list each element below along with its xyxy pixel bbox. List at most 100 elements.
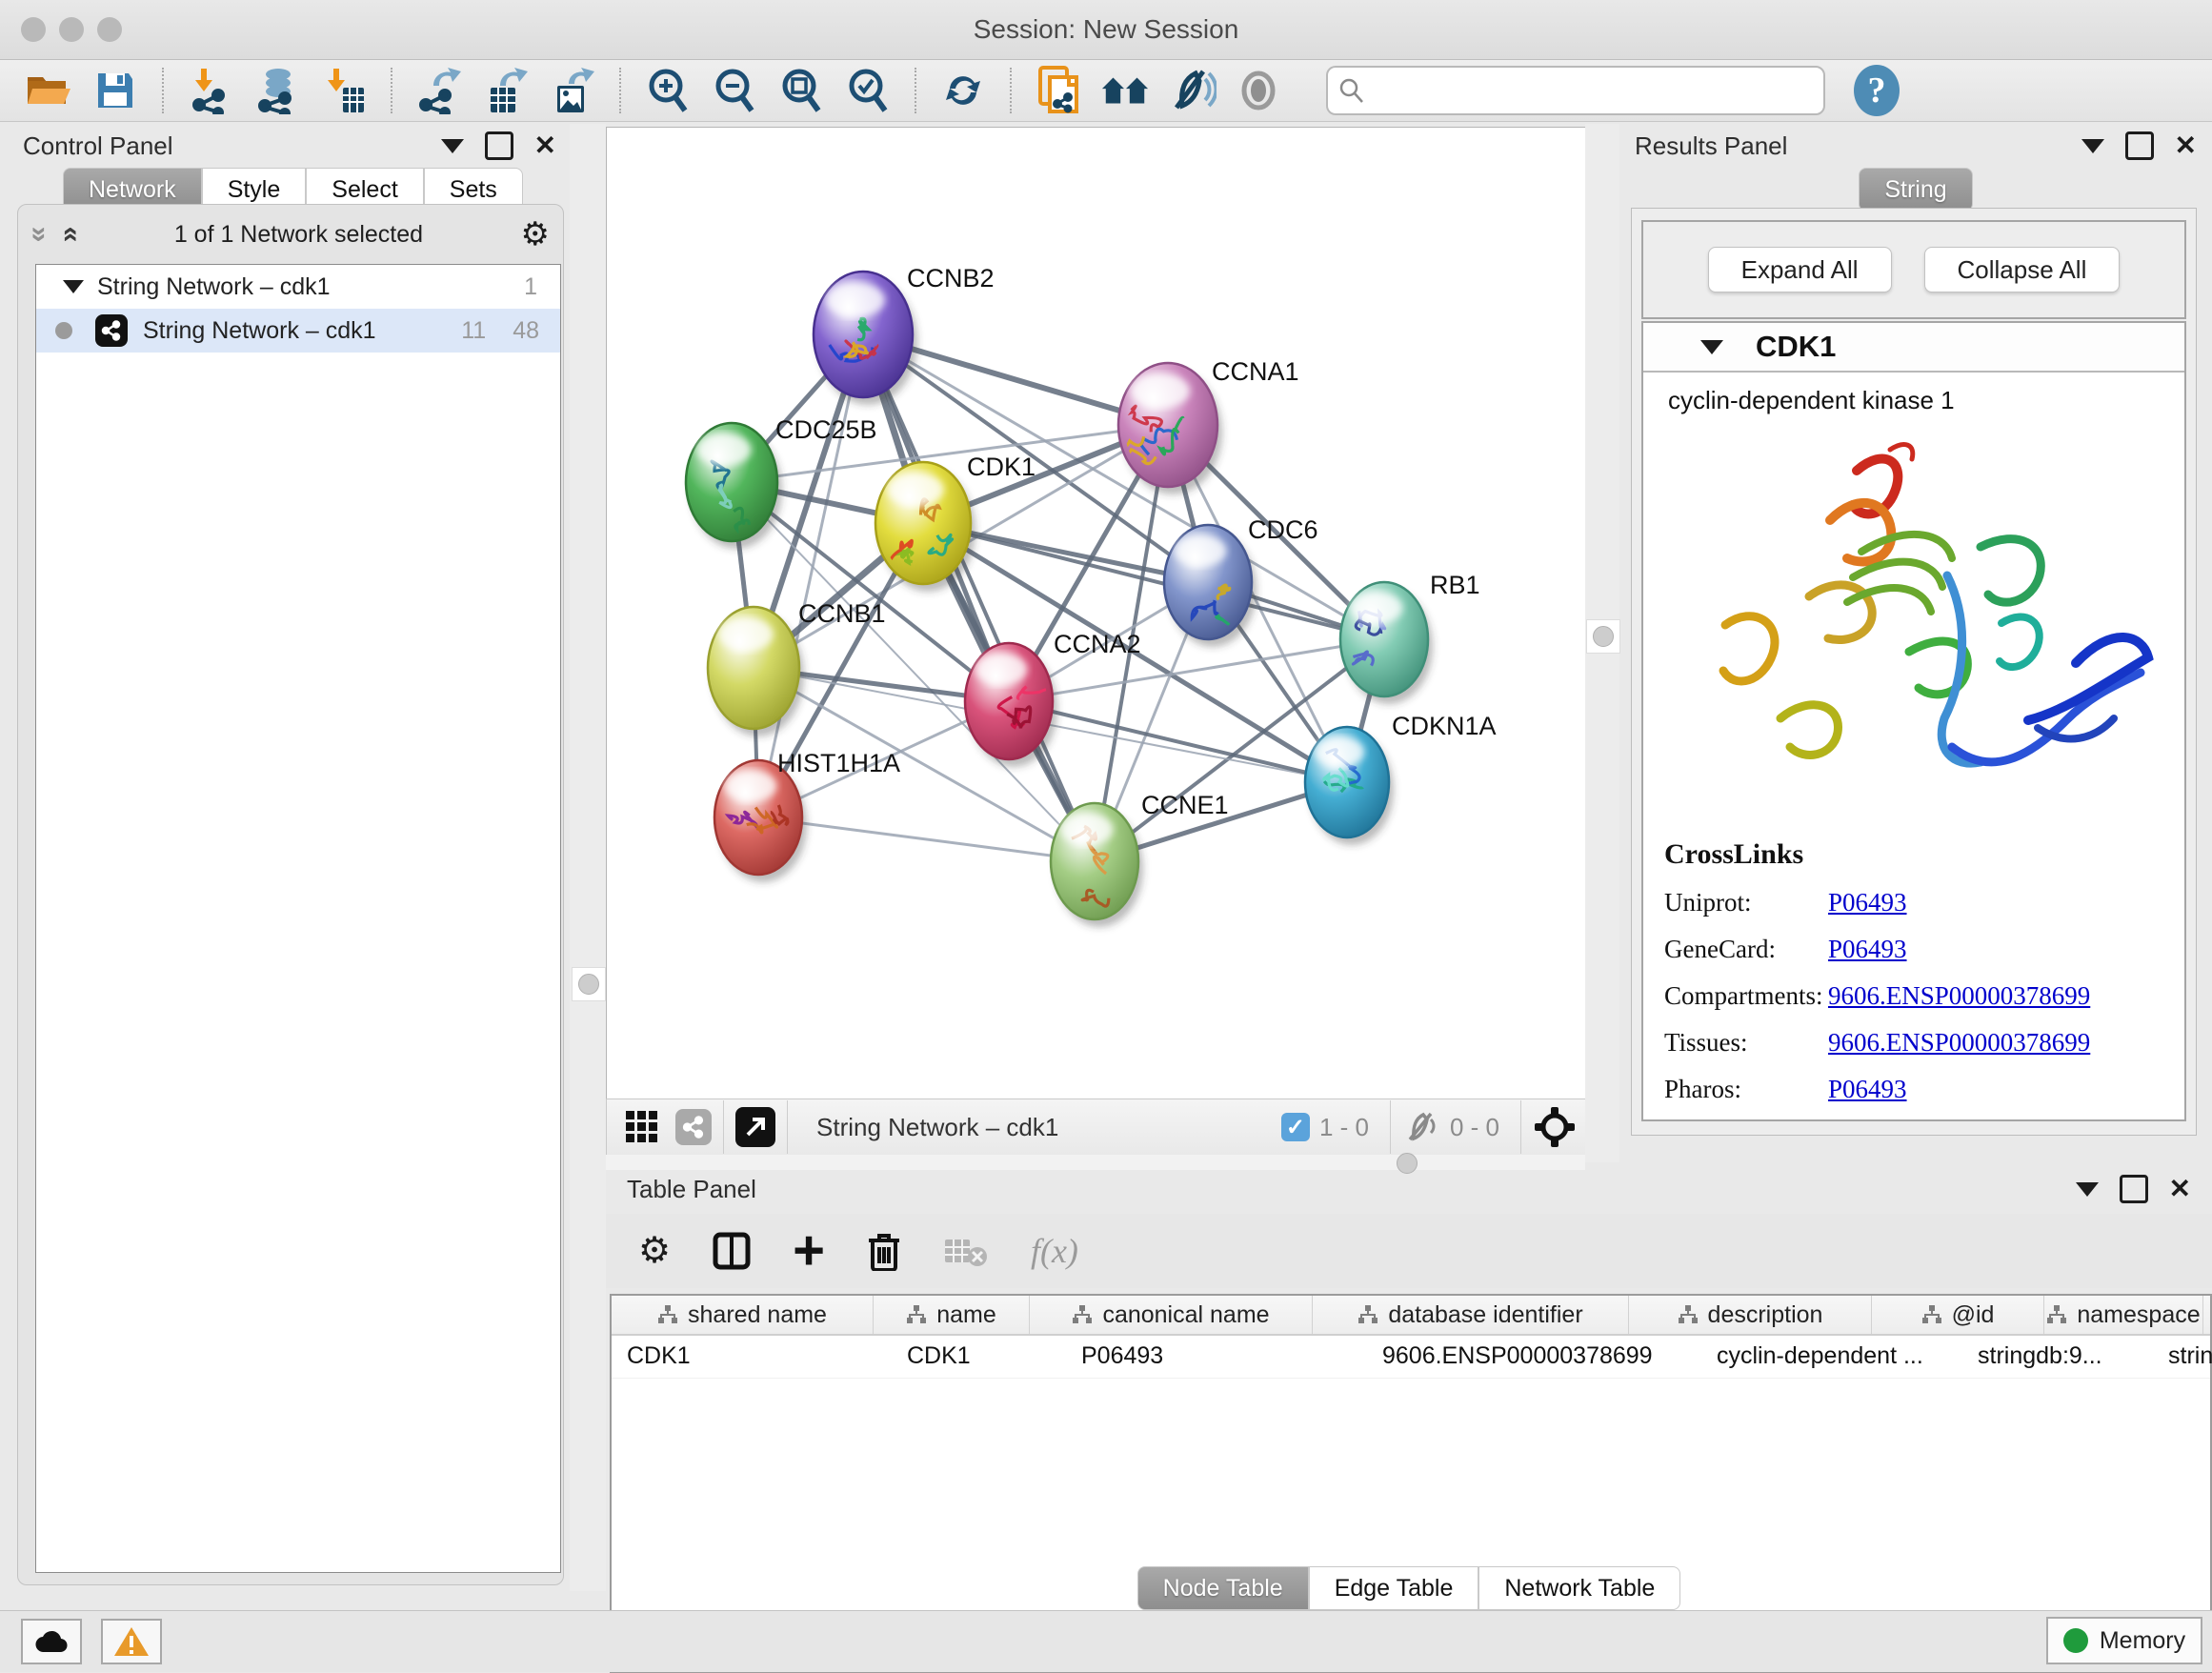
column-header-namespace[interactable]: namespace <box>2044 1296 2203 1334</box>
main-toolbar: ? <box>0 60 2212 122</box>
node-HIST1H1A[interactable] <box>714 760 802 875</box>
panel-float-icon[interactable] <box>485 131 513 160</box>
column-header-@id[interactable]: @id <box>1872 1296 2044 1334</box>
table-cell[interactable]: stringdb <box>2153 1336 2212 1378</box>
network-collection-row[interactable]: String Network – cdk1 1 <box>36 265 560 309</box>
left-splitter-handle[interactable] <box>572 967 606 1001</box>
node-CDK1[interactable] <box>875 462 971 584</box>
help-button[interactable]: ? <box>1852 66 1901 115</box>
crosslink-link[interactable]: P06493 <box>1828 935 1907 964</box>
collapse-all-tree-icon[interactable]: » <box>23 227 55 243</box>
crosslink-link[interactable]: P06493 <box>1828 888 1907 917</box>
save-session-button[interactable] <box>90 66 140 115</box>
delete-column-icon[interactable] <box>867 1231 901 1271</box>
search-field[interactable] <box>1326 66 1825 115</box>
right-splitter-handle[interactable] <box>1586 619 1620 654</box>
table-cell[interactable]: 9606.ENSP00000378699 <box>1367 1336 1701 1378</box>
node-CCNE1[interactable] <box>1051 803 1138 919</box>
show-all-button[interactable] <box>1100 66 1150 115</box>
open-session-button[interactable] <box>24 66 73 115</box>
crosslinks-list: Uniprot:P06493GeneCard:P06493Compartment… <box>1664 888 2184 1104</box>
left-splitter[interactable] <box>570 124 606 1591</box>
gene-entry-header[interactable]: CDK1 <box>1643 323 2184 373</box>
panel-close-icon[interactable]: ✕ <box>534 132 556 159</box>
import-table-button[interactable] <box>319 66 369 115</box>
tree-expander-icon[interactable] <box>63 280 84 293</box>
warning-status-button[interactable] <box>101 1619 162 1664</box>
edge-HIST1H1A-CCNE1[interactable] <box>758 817 1095 861</box>
panel-menu-icon[interactable] <box>2076 1182 2099 1197</box>
panel-close-icon[interactable]: ✕ <box>2175 132 2197 159</box>
table-panel-title: Table Panel <box>627 1175 756 1204</box>
crosslink-link[interactable]: P06493 <box>1828 1075 1907 1104</box>
node-RB1[interactable] <box>1340 582 1428 696</box>
table-cell[interactable]: stringdb:9... <box>1962 1336 2153 1378</box>
table-row[interactable]: CDK1CDK1P064939606.ENSP00000378699cyclin… <box>612 1336 2210 1379</box>
horizontal-splitter[interactable] <box>606 1155 1585 1170</box>
zoom-fit-button[interactable] <box>776 66 826 115</box>
birds-eye-view-icon[interactable] <box>735 1107 775 1147</box>
grid-view-icon[interactable] <box>624 1109 660 1145</box>
table-cell[interactable]: CDK1 <box>892 1336 1066 1378</box>
zoom-out-button[interactable] <box>710 66 759 115</box>
export-network-button[interactable] <box>414 66 464 115</box>
refresh-button[interactable] <box>938 66 988 115</box>
import-network-file-button[interactable] <box>186 66 235 115</box>
node-CDC25B[interactable] <box>686 423 777 541</box>
column-header-name[interactable]: name <box>874 1296 1030 1334</box>
string-network-graph[interactable]: CCNB2CCNA1CDC25BCDK1CDC6RB1CCNB1CCNA2CDK… <box>607 128 1586 1099</box>
tab-string[interactable]: String <box>1859 168 1972 212</box>
panel-float-icon[interactable] <box>2125 131 2154 160</box>
edge-CCNA2-CDKN1A[interactable] <box>1009 701 1347 782</box>
table-cell[interactable]: cyclin-dependent ... <box>1701 1336 1962 1378</box>
network-view-icon[interactable] <box>675 1109 712 1145</box>
import-network-database-button[interactable] <box>252 66 302 115</box>
right-splitter[interactable] <box>1585 124 1619 1162</box>
edge-CCNB2-CCNE1[interactable] <box>863 334 1095 861</box>
column-header-database-identifier[interactable]: database identifier <box>1313 1296 1629 1334</box>
node-CDKN1A[interactable] <box>1305 727 1389 837</box>
show-columns-icon[interactable] <box>713 1232 751 1270</box>
zoom-in-button[interactable] <box>643 66 693 115</box>
table-cell[interactable]: P06493 <box>1066 1336 1367 1378</box>
tab-network-table[interactable]: Network Table <box>1478 1566 1680 1610</box>
table-options-gear-icon[interactable]: ⚙ <box>638 1233 671 1269</box>
node-CCNB2[interactable] <box>814 272 913 397</box>
panel-float-icon[interactable] <box>2120 1175 2148 1203</box>
table-cell[interactable]: CDK1 <box>612 1336 892 1378</box>
annotation-button[interactable] <box>1034 66 1083 115</box>
cloud-status-button[interactable] <box>21 1619 82 1664</box>
node-position-icon[interactable] <box>1533 1105 1577 1149</box>
search-input[interactable] <box>1374 76 1814 105</box>
table-tabs: Node TableEdge TableNetwork Table <box>606 1566 2212 1610</box>
collapse-all-button[interactable]: Collapse All <box>1924 247 2121 292</box>
network-options-gear-icon[interactable]: ⚙ <box>521 218 550 251</box>
memory-button[interactable]: Memory <box>2046 1617 2202 1664</box>
node-CCNA1[interactable] <box>1118 363 1217 487</box>
node-CDC6[interactable] <box>1164 525 1252 639</box>
tab-edge-table[interactable]: Edge Table <box>1309 1566 1479 1610</box>
column-header-shared-name[interactable]: shared name <box>612 1296 874 1334</box>
node-CCNB1[interactable] <box>708 607 799 729</box>
panel-menu-icon[interactable] <box>2081 139 2104 153</box>
results-scroll-area[interactable]: CDK1 cyclin-dependent kinase 1 <box>1641 321 2186 1121</box>
export-table-button[interactable] <box>481 66 531 115</box>
hide-selected-button[interactable] <box>1167 66 1217 115</box>
column-header-canonical-name[interactable]: canonical name <box>1030 1296 1313 1334</box>
network-row-selected[interactable]: String Network – cdk1 11 48 <box>36 309 560 353</box>
crosslink-link[interactable]: 9606.ENSP00000378699 <box>1828 1028 2090 1058</box>
selected-checkbox-icon[interactable]: ✓ <box>1281 1113 1310 1141</box>
node-label-CCNB1: CCNB1 <box>798 599 886 628</box>
crosslink-link[interactable]: 9606.ENSP00000378699 <box>1828 981 2090 1011</box>
panel-close-icon[interactable]: ✕ <box>2169 1176 2191 1202</box>
panel-menu-icon[interactable] <box>441 139 464 153</box>
expand-all-button[interactable]: Expand All <box>1708 247 1892 292</box>
export-image-button[interactable] <box>548 66 597 115</box>
gray-orb-button[interactable] <box>1234 66 1283 115</box>
network-canvas[interactable]: CCNB2CCNA1CDC25BCDK1CDC6RB1CCNB1CCNA2CDK… <box>606 127 1587 1099</box>
gene-collapse-icon[interactable] <box>1700 340 1723 354</box>
tab-node-table[interactable]: Node Table <box>1137 1566 1309 1610</box>
column-header-description[interactable]: description <box>1629 1296 1872 1334</box>
zoom-selected-button[interactable] <box>843 66 893 115</box>
expand-all-tree-icon[interactable]: » <box>52 227 85 243</box>
